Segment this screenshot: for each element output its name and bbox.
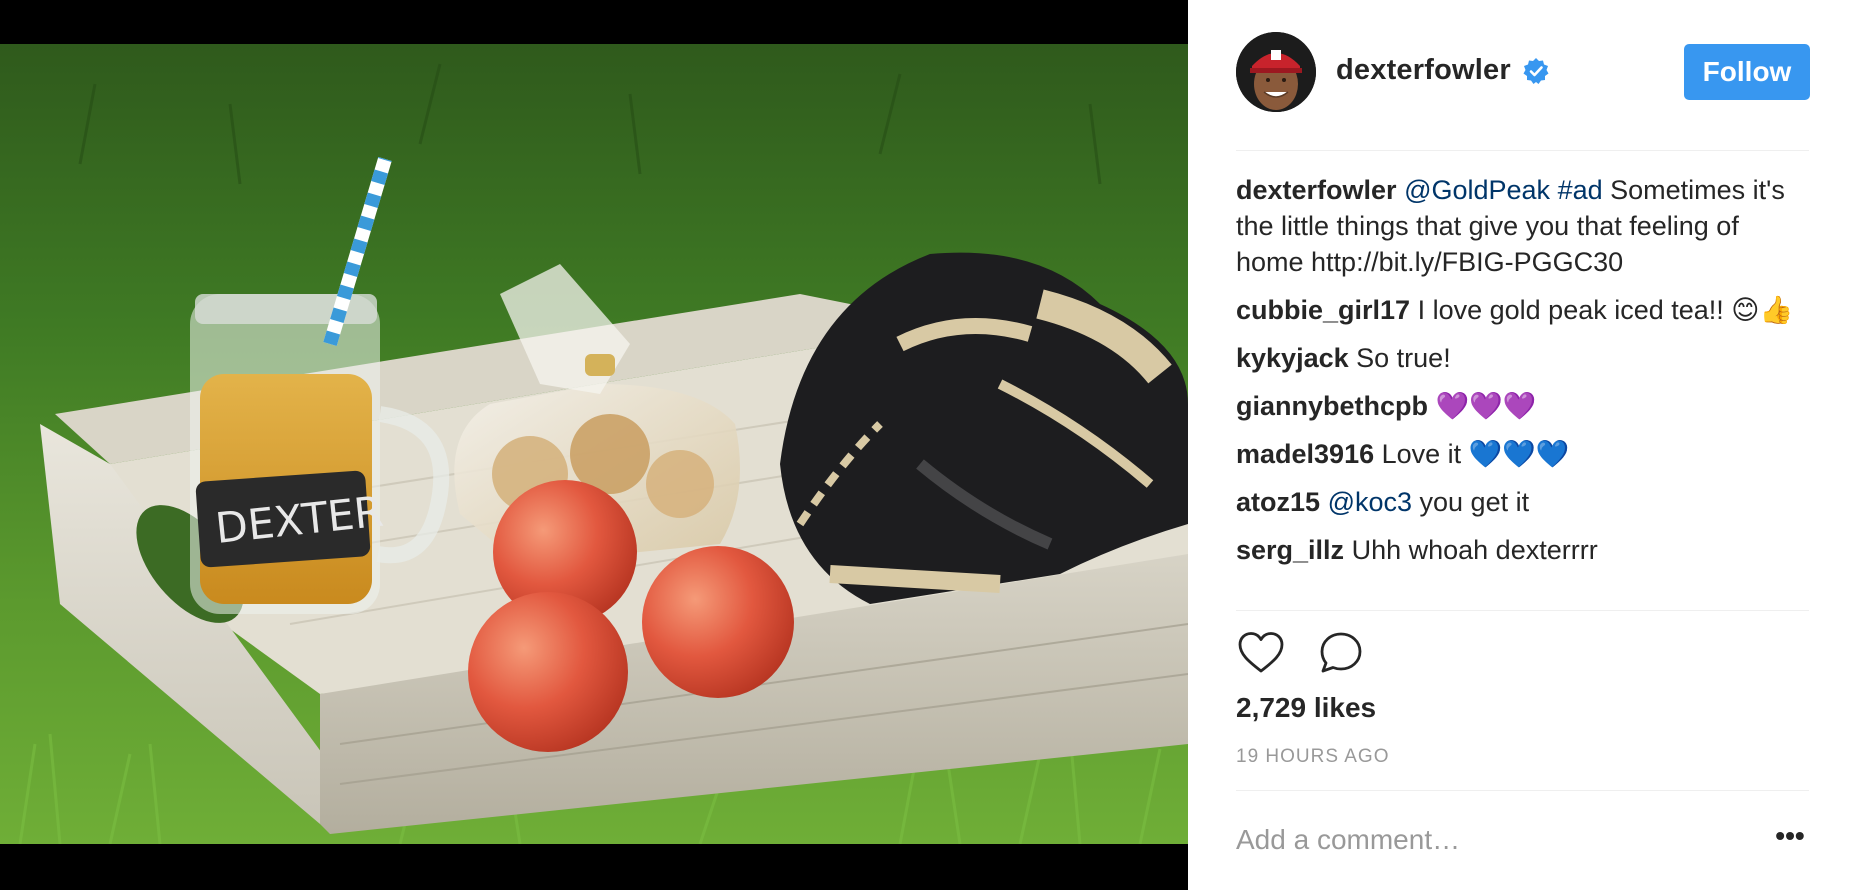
footer-divider [1236, 790, 1809, 791]
comment-item: madel3916 Love it 💙💙💙 [1236, 436, 1809, 472]
caption-hashtag[interactable]: #ad [1558, 175, 1603, 205]
verified-badge-icon [1522, 57, 1550, 85]
comment-item: cubbie_girl17 I love gold peak iced tea!… [1236, 292, 1809, 328]
likes-count[interactable]: 2,729 likes [1236, 692, 1376, 724]
caption-username[interactable]: dexterfowler [1236, 175, 1397, 205]
author-avatar-image [1236, 32, 1316, 112]
comment-text: you get it [1412, 487, 1530, 517]
post-photo[interactable]: DEXTER [0, 44, 1188, 844]
comment-username[interactable]: atoz15 [1236, 487, 1320, 517]
heart-icon[interactable] [1236, 628, 1286, 678]
add-comment-input[interactable] [1236, 818, 1736, 862]
comment-username[interactable]: serg_illz [1236, 535, 1344, 565]
comment-text: Uhh whoah dexterrrr [1351, 535, 1598, 565]
comment-username[interactable]: madel3916 [1236, 439, 1374, 469]
header-divider [1236, 150, 1809, 151]
picnic-tray-photo: DEXTER [0, 44, 1188, 844]
comments-list: dexterfowler @GoldPeak #ad Sometimes it'… [1236, 172, 1809, 580]
follow-button[interactable]: Follow [1684, 44, 1810, 100]
comment-text: 💜💜💜 [1435, 391, 1537, 421]
more-options-icon[interactable]: ••• [1770, 822, 1810, 856]
comment-username[interactable]: giannybethcpb [1236, 391, 1428, 421]
comment-text: I love gold peak iced tea!! 😊👍 [1417, 295, 1794, 325]
post-details-panel: dexterfowler Follow dexterfowler @GoldPe… [1188, 0, 1856, 890]
caption: dexterfowler @GoldPeak #ad Sometimes it'… [1236, 172, 1809, 280]
caption-mention[interactable]: @GoldPeak [1404, 175, 1550, 205]
author-username[interactable]: dexterfowler [1336, 54, 1511, 87]
comment-username[interactable]: kykyjack [1236, 343, 1349, 373]
comment-item: atoz15 @koc3 you get it [1236, 484, 1809, 520]
comment-item: serg_illz Uhh whoah dexterrrr [1236, 532, 1809, 568]
comment-text: Love it 💙💙💙 [1381, 439, 1570, 469]
comment-item: giannybethcpb 💜💜💜 [1236, 388, 1809, 424]
comment-username[interactable]: cubbie_girl17 [1236, 295, 1410, 325]
comment-mention[interactable]: @koc3 [1328, 487, 1412, 517]
post-actions [1236, 628, 1436, 678]
post-media: DEXTER [0, 0, 1188, 890]
comment-text: So true! [1356, 343, 1451, 373]
comments-divider [1236, 610, 1809, 611]
comment-item: kykyjack So true! [1236, 340, 1809, 376]
author-avatar[interactable] [1236, 32, 1316, 112]
comment-bubble-icon[interactable] [1316, 628, 1366, 678]
post-timestamp: 19 HOURS AGO [1236, 746, 1390, 767]
